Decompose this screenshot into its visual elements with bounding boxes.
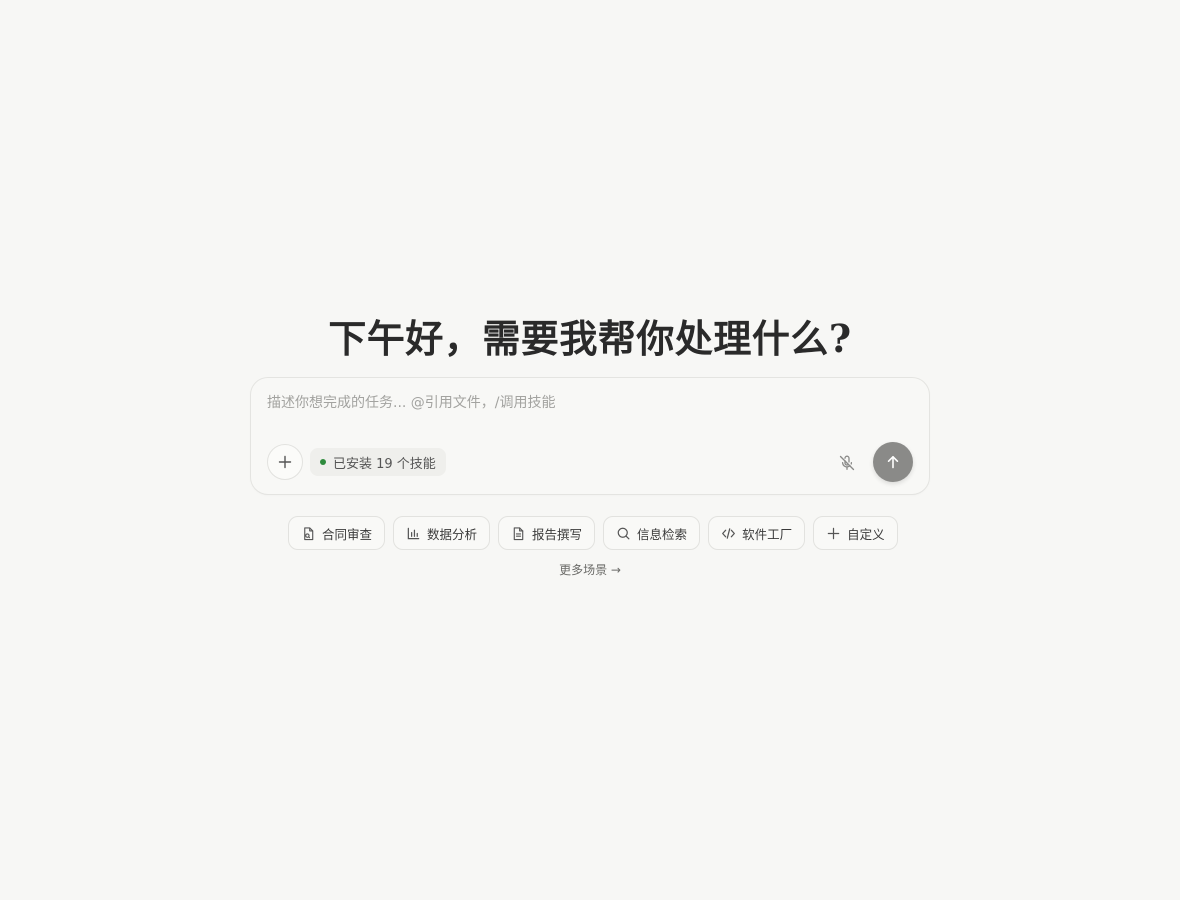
chip-label: 软件工厂 — [742, 526, 793, 542]
chip-contract-review[interactable]: 合同审查 — [288, 516, 386, 550]
task-input[interactable] — [267, 392, 907, 414]
plus-icon — [278, 455, 292, 469]
chip-info-search[interactable]: 信息检索 — [603, 516, 701, 550]
search-icon — [617, 527, 630, 539]
arrow-up-icon — [887, 456, 899, 469]
send-button[interactable] — [873, 442, 913, 482]
quick-scenarios: 合同审查 数据分析 报告撰写 信息检索 软件工厂 自定义 — [288, 516, 898, 550]
chip-label: 数据分析 — [427, 526, 478, 542]
more-scenarios-row: 更多场景 → — [0, 561, 1180, 579]
chip-custom[interactable]: 自定义 — [813, 516, 898, 550]
mic-off-icon — [839, 455, 855, 471]
attach-button[interactable] — [267, 444, 303, 480]
chip-label: 报告撰写 — [532, 526, 583, 542]
plus-icon — [827, 527, 840, 539]
chip-software-factory[interactable]: 软件工厂 — [708, 516, 806, 550]
composer-box: 已安装 19 个技能 — [250, 377, 930, 495]
chip-label: 自定义 — [847, 526, 885, 542]
mic-button[interactable] — [835, 451, 859, 475]
home-screen: 下午好，需要我帮你处理什么? 已安装 19 个技能 — [0, 0, 1180, 900]
code-icon — [722, 527, 735, 539]
installed-skills-badge[interactable]: 已安装 19 个技能 — [310, 448, 446, 476]
more-scenarios-link[interactable]: 更多场景 → — [559, 563, 621, 577]
contract-doc-icon — [304, 526, 314, 540]
chip-report-writing[interactable]: 报告撰写 — [498, 516, 596, 550]
skills-badge-label: 已安装 19 个技能 — [333, 456, 436, 472]
chip-label: 合同审查 — [322, 526, 373, 542]
chip-label: 信息检索 — [637, 526, 688, 542]
bar-chart-icon — [407, 527, 420, 539]
chip-data-analysis[interactable]: 数据分析 — [393, 516, 491, 550]
greeting-title: 下午好，需要我帮你处理什么? — [328, 316, 852, 361]
document-icon — [513, 526, 524, 540]
status-dot — [320, 459, 326, 465]
